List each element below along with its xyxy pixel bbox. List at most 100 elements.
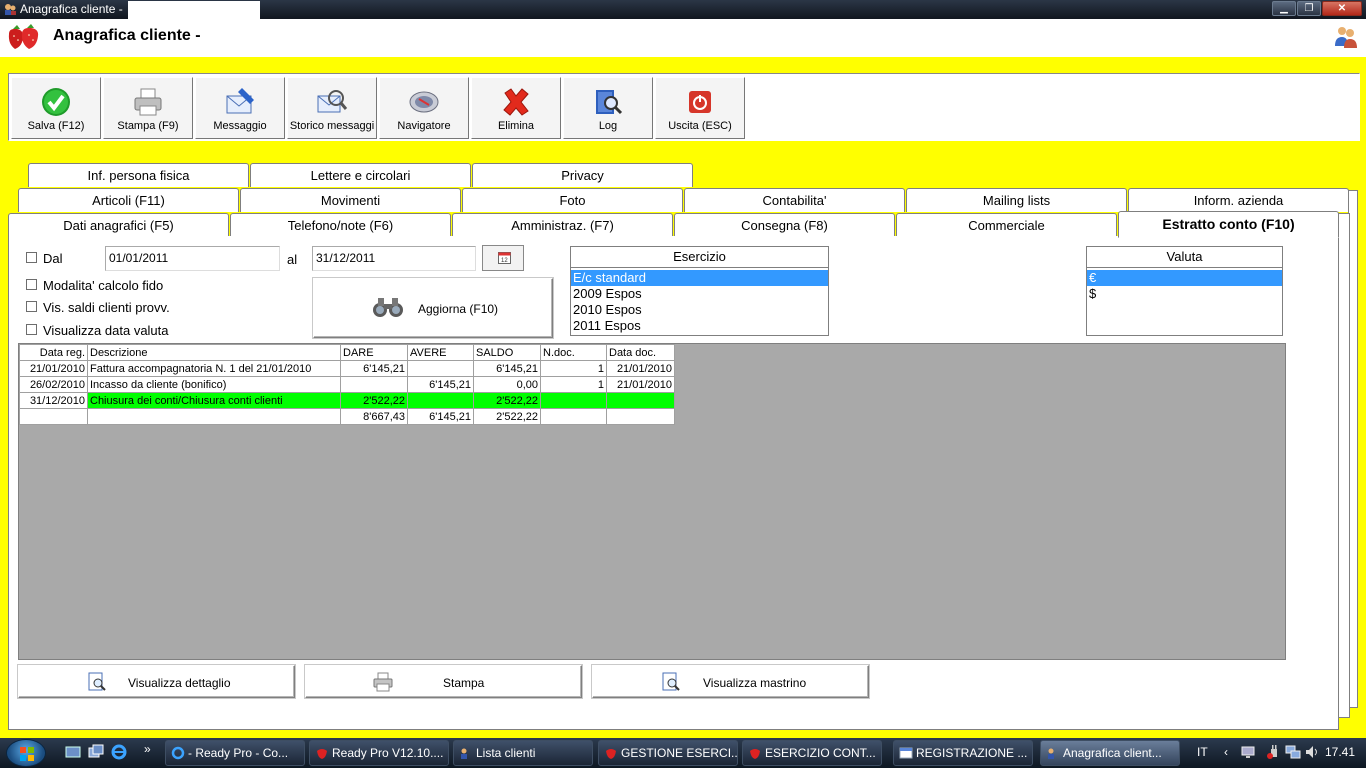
visualizza-mastrino-button[interactable]: Visualizza mastrino [592,665,869,698]
cell-dare: 6'145,21 [340,360,408,377]
cell-descrizione: Incasso da cliente (bonifico) [87,376,341,393]
aggiorna-button[interactable]: Aggiorna (F10) [313,278,553,338]
taskbar-item[interactable]: Ready Pro V12.10.... [309,740,449,766]
message-history-button[interactable]: Storico messaggi [287,77,377,139]
tab-lettere-circolari[interactable]: Lettere e circolari [250,163,471,187]
monitor-icon[interactable] [1240,744,1256,760]
tab-telefono-note[interactable]: Telefono/note (F6) [230,213,451,237]
column-header[interactable]: AVERE [407,344,474,361]
save-button[interactable]: Salva (F12) [11,77,101,139]
esercizio-item[interactable]: 2011 Espos [571,318,828,334]
vis-saldi-checkbox[interactable] [26,301,37,312]
tab-articoli[interactable]: Articoli (F11) [18,188,239,212]
header-title: Anagrafica cliente - [53,27,201,44]
tab-privacy[interactable]: Privacy [472,163,693,187]
visualizza-data-valuta-checkbox[interactable] [26,324,37,335]
tab-consegna[interactable]: Consegna (F8) [674,213,895,237]
tab-inf-persona-fisica[interactable]: Inf. persona fisica [28,163,249,187]
show-desktop-icon[interactable] [65,744,81,760]
taskbar-item[interactable]: Lista clienti [453,740,593,766]
message-button[interactable]: Messaggio [195,77,285,139]
volume-icon[interactable] [1304,744,1320,760]
tab-amministraz[interactable]: Amministraz. (F7) [452,213,673,237]
tray-expand-icon[interactable]: ‹ [1224,745,1228,759]
power-plug-icon[interactable] [1266,744,1282,760]
aggiorna-label: Aggiorna (F10) [418,302,499,316]
calendar-button[interactable]: 12 [482,245,524,271]
users-icon[interactable] [1334,24,1358,48]
table-row[interactable]: 26/02/2010 Incasso da cliente (bonifico)… [19,376,675,393]
esercizio-item[interactable]: 2010 Espos [571,302,828,318]
tab-panel-edge [1338,213,1350,718]
tab-contabilita[interactable]: Contabilita' [684,188,905,212]
message-icon [226,88,254,114]
table-row-highlighted[interactable]: 31/12/2010 Chiusura dei conti/Chiusura c… [19,392,675,409]
modalita-calcolo-fido-checkbox[interactable] [26,279,37,290]
tab-commerciale[interactable]: Commerciale [896,213,1117,237]
al-date-input[interactable]: 31/12/2011 [312,246,476,271]
navigator-button-label: Navigatore [397,120,451,132]
network-icon[interactable] [1285,744,1301,760]
clock[interactable]: 17.41 [1325,745,1355,759]
cell-saldo: 2'522,22 [473,392,541,409]
cell-total-avere: 6'145,21 [407,408,474,425]
valuta-item[interactable]: $ [1087,286,1282,302]
taskbar-item-active[interactable]: Anagrafica client... [1040,740,1180,766]
switch-windows-icon[interactable] [88,744,104,760]
quicklaunch-chevron-icon[interactable]: » [144,742,151,756]
cell-dare: 2'522,22 [340,392,408,409]
cell-total [540,408,607,425]
maximize-button[interactable]: ❐ [1297,1,1321,16]
column-header[interactable]: N.doc. [540,344,607,361]
tab-inform-azienda[interactable]: Inform. azienda [1128,188,1349,212]
tab-movimenti[interactable]: Movimenti [240,188,461,212]
column-header[interactable]: SALDO [473,344,541,361]
document-search-icon [662,672,680,691]
exit-button[interactable]: Uscita (ESC) [655,77,745,139]
valuta-item[interactable]: € [1087,270,1282,286]
minimize-button[interactable]: ▁ [1272,1,1296,16]
table-row[interactable]: 21/01/2010 Fattura accompagnatoria N. 1 … [19,360,675,377]
navigator-button[interactable]: Navigatore [379,77,469,139]
taskbar-item[interactable]: REGISTRAZIONE ... [893,740,1033,766]
tab-dati-anagrafici[interactable]: Dati anagrafici (F5) [8,213,229,237]
print-button[interactable]: Stampa (F9) [103,77,193,139]
column-header[interactable]: Data doc. [606,344,675,361]
column-header[interactable]: Data reg. [19,344,88,361]
language-indicator[interactable]: IT [1197,745,1208,759]
close-button[interactable]: ✕ [1322,1,1362,16]
visualizza-mastrino-label: Visualizza mastrino [703,676,807,690]
totals-row: 8'667,43 6'145,21 2'522,22 [19,408,675,425]
cell-saldo: 6'145,21 [473,360,541,377]
app-header: Anagrafica cliente - [0,19,1366,57]
visualizza-data-valuta-label: Visualizza data valuta [43,323,169,338]
tab-mailing-lists[interactable]: Mailing lists [906,188,1127,212]
delete-button[interactable]: Elimina [471,77,561,139]
column-header[interactable]: DARE [340,344,408,361]
delete-button-label: Elimina [497,120,535,132]
table-header-row: Data reg. Descrizione DARE AVERE SALDO N… [19,344,675,361]
tab-estratto-conto[interactable]: Estratto conto (F10) [1118,211,1339,238]
taskbar-item[interactable]: ESERCIZIO CONT... [742,740,882,766]
esercizio-item[interactable]: E/c standard [571,270,828,286]
dal-checkbox[interactable] [26,252,37,263]
visualizza-dettaglio-button[interactable]: Visualizza dettaglio [18,665,295,698]
users-icon [1048,748,1054,759]
start-button[interactable] [6,739,46,767]
esercizio-item[interactable]: 2009 Espos [571,286,828,302]
document-search-icon [88,672,106,691]
taskbar-item[interactable]: GESTIONE ESERCI... [598,740,738,766]
taskbar-item[interactable]: - Ready Pro - Co... [165,740,305,766]
internet-explorer-icon[interactable] [111,744,127,760]
modalita-calcolo-fido-label: Modalita' calcolo fido [43,278,164,293]
log-button[interactable]: Log [563,77,653,139]
estratto-conto-grid[interactable]: Data reg. Descrizione DARE AVERE SALDO N… [18,343,1286,660]
window-title: Anagrafica cliente - [20,2,123,16]
valuta-listbox[interactable]: € $ [1086,268,1283,336]
dal-date-input[interactable]: 01/01/2011 [105,246,280,271]
column-header[interactable]: Descrizione [87,344,341,361]
esercizio-listbox[interactable]: E/c standard 2009 Espos 2010 Espos 2011 … [570,268,829,336]
tab-foto[interactable]: Foto [462,188,683,212]
stampa-button[interactable]: Stampa [305,665,582,698]
printer-icon [373,672,393,692]
